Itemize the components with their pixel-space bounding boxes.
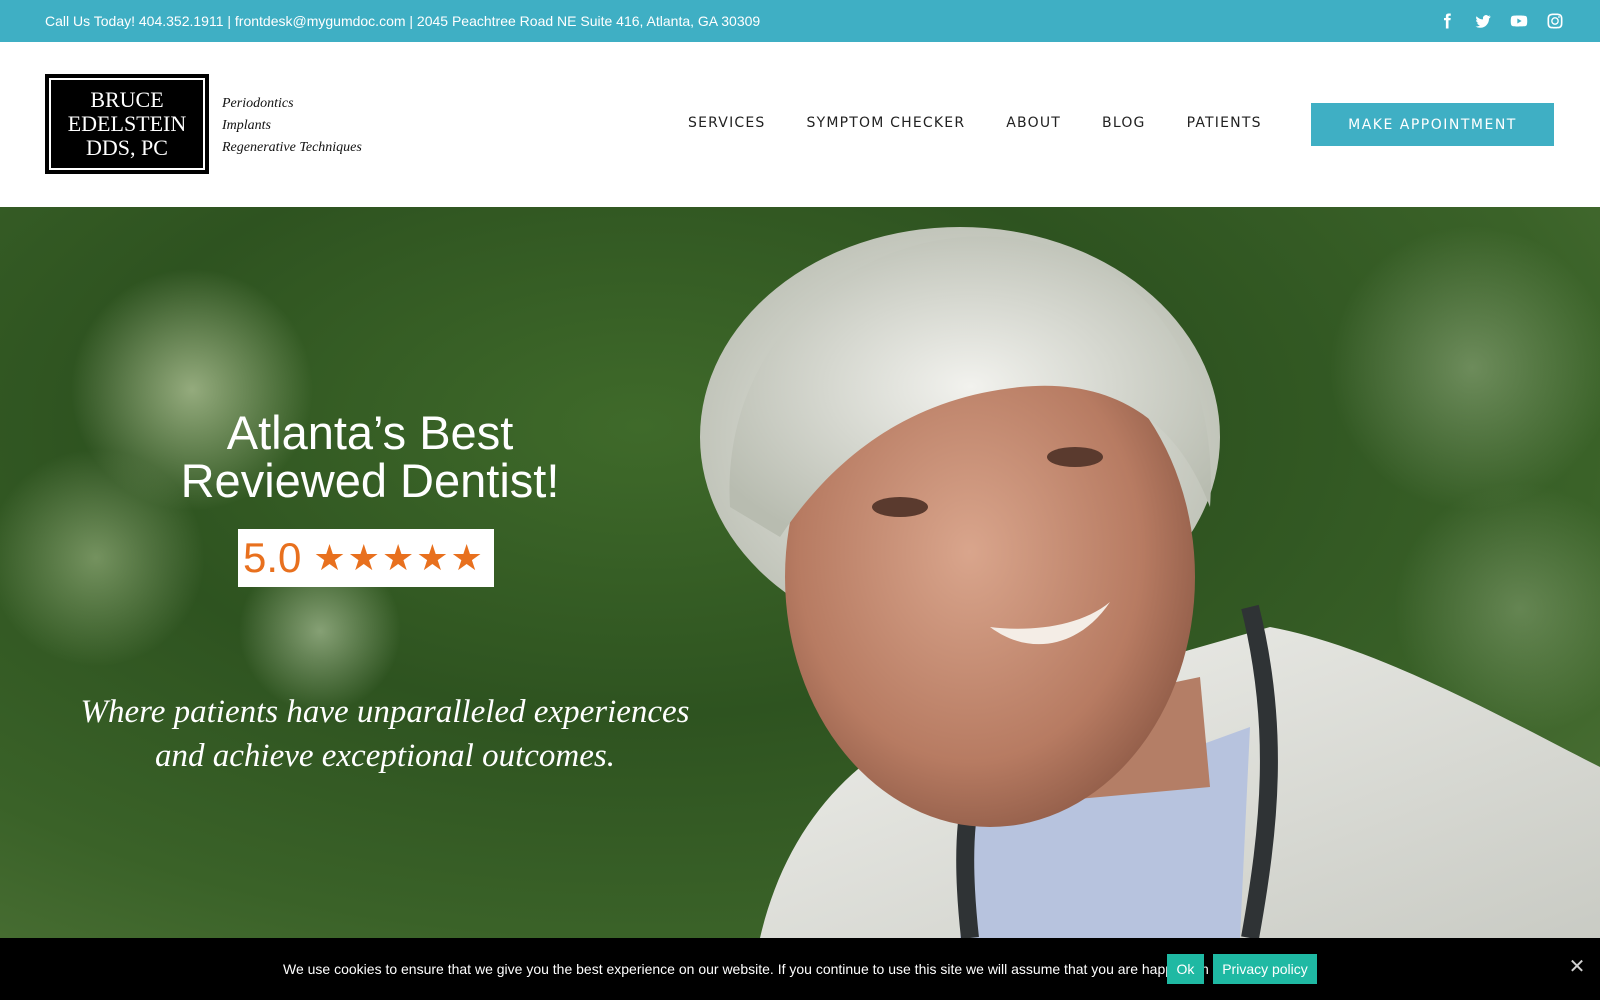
- logo-line-2: EDELSTEIN: [67, 111, 187, 136]
- logo[interactable]: BRUCE EDELSTEIN DDS, PC: [45, 74, 209, 174]
- cookie-banner: We use cookies to ensure that we give yo…: [0, 938, 1600, 1000]
- logo-line-1: BRUCE: [90, 87, 164, 112]
- hero-tagline-line-1: Where patients have unparalleled experie…: [80, 694, 690, 730]
- nav-patients[interactable]: PATIENTS: [1187, 115, 1262, 131]
- rating-stars-icon: ★★★★★: [313, 537, 485, 578]
- hero-title-line-2: Reviewed Dentist!: [180, 454, 560, 507]
- logo-tagline: Periodontics Implants Regenerative Techn…: [222, 93, 362, 159]
- youtube-icon[interactable]: [1510, 12, 1528, 30]
- hero-title-line-1: Atlanta’s Best: [226, 406, 514, 459]
- nav-services[interactable]: SERVICES: [688, 115, 766, 131]
- main-nav: SERVICES SYMPTOM CHECKER ABOUT BLOG PATI…: [688, 115, 1262, 131]
- logo-line-3: DDS, PC: [86, 135, 168, 160]
- nav-blog[interactable]: BLOG: [1102, 115, 1146, 131]
- nav-symptom-checker[interactable]: SYMPTOM CHECKER: [807, 115, 966, 131]
- site-header: BRUCE EDELSTEIN DDS, PC Periodontics Imp…: [0, 42, 1600, 207]
- cookie-ok-button[interactable]: Ok: [1167, 954, 1204, 984]
- cookie-message: We use cookies to ensure that we give yo…: [283, 961, 1224, 977]
- facebook-icon[interactable]: [1438, 12, 1456, 30]
- contact-info: Call Us Today! 404.352.1911 | frontdesk@…: [45, 13, 761, 29]
- nav-about[interactable]: ABOUT: [1006, 115, 1061, 131]
- hero-tagline: Where patients have unparalleled experie…: [40, 690, 730, 778]
- rating-score: 5.0: [243, 534, 302, 581]
- tagline-periodontics: Periodontics: [222, 96, 294, 111]
- hero-banner: Atlanta’s Best Reviewed Dentist! 5.0 ★★★…: [0, 207, 1600, 938]
- social-links: [1438, 12, 1564, 30]
- hero-title: Atlanta’s Best Reviewed Dentist!: [170, 409, 570, 505]
- tagline-regenerative: Regenerative Techniques: [222, 140, 362, 155]
- hero-tagline-line-2: and achieve exceptional outcomes.: [155, 738, 615, 774]
- tagline-implants: Implants: [222, 118, 271, 133]
- instagram-icon[interactable]: [1546, 12, 1564, 30]
- twitter-icon[interactable]: [1474, 12, 1492, 30]
- close-icon[interactable]: ✕: [1567, 957, 1587, 977]
- make-appointment-button[interactable]: MAKE APPOINTMENT: [1311, 103, 1554, 146]
- privacy-policy-button[interactable]: Privacy policy: [1213, 954, 1317, 984]
- rating-badge: 5.0 ★★★★★: [238, 529, 494, 587]
- top-contact-bar: Call Us Today! 404.352.1911 | frontdesk@…: [0, 0, 1600, 42]
